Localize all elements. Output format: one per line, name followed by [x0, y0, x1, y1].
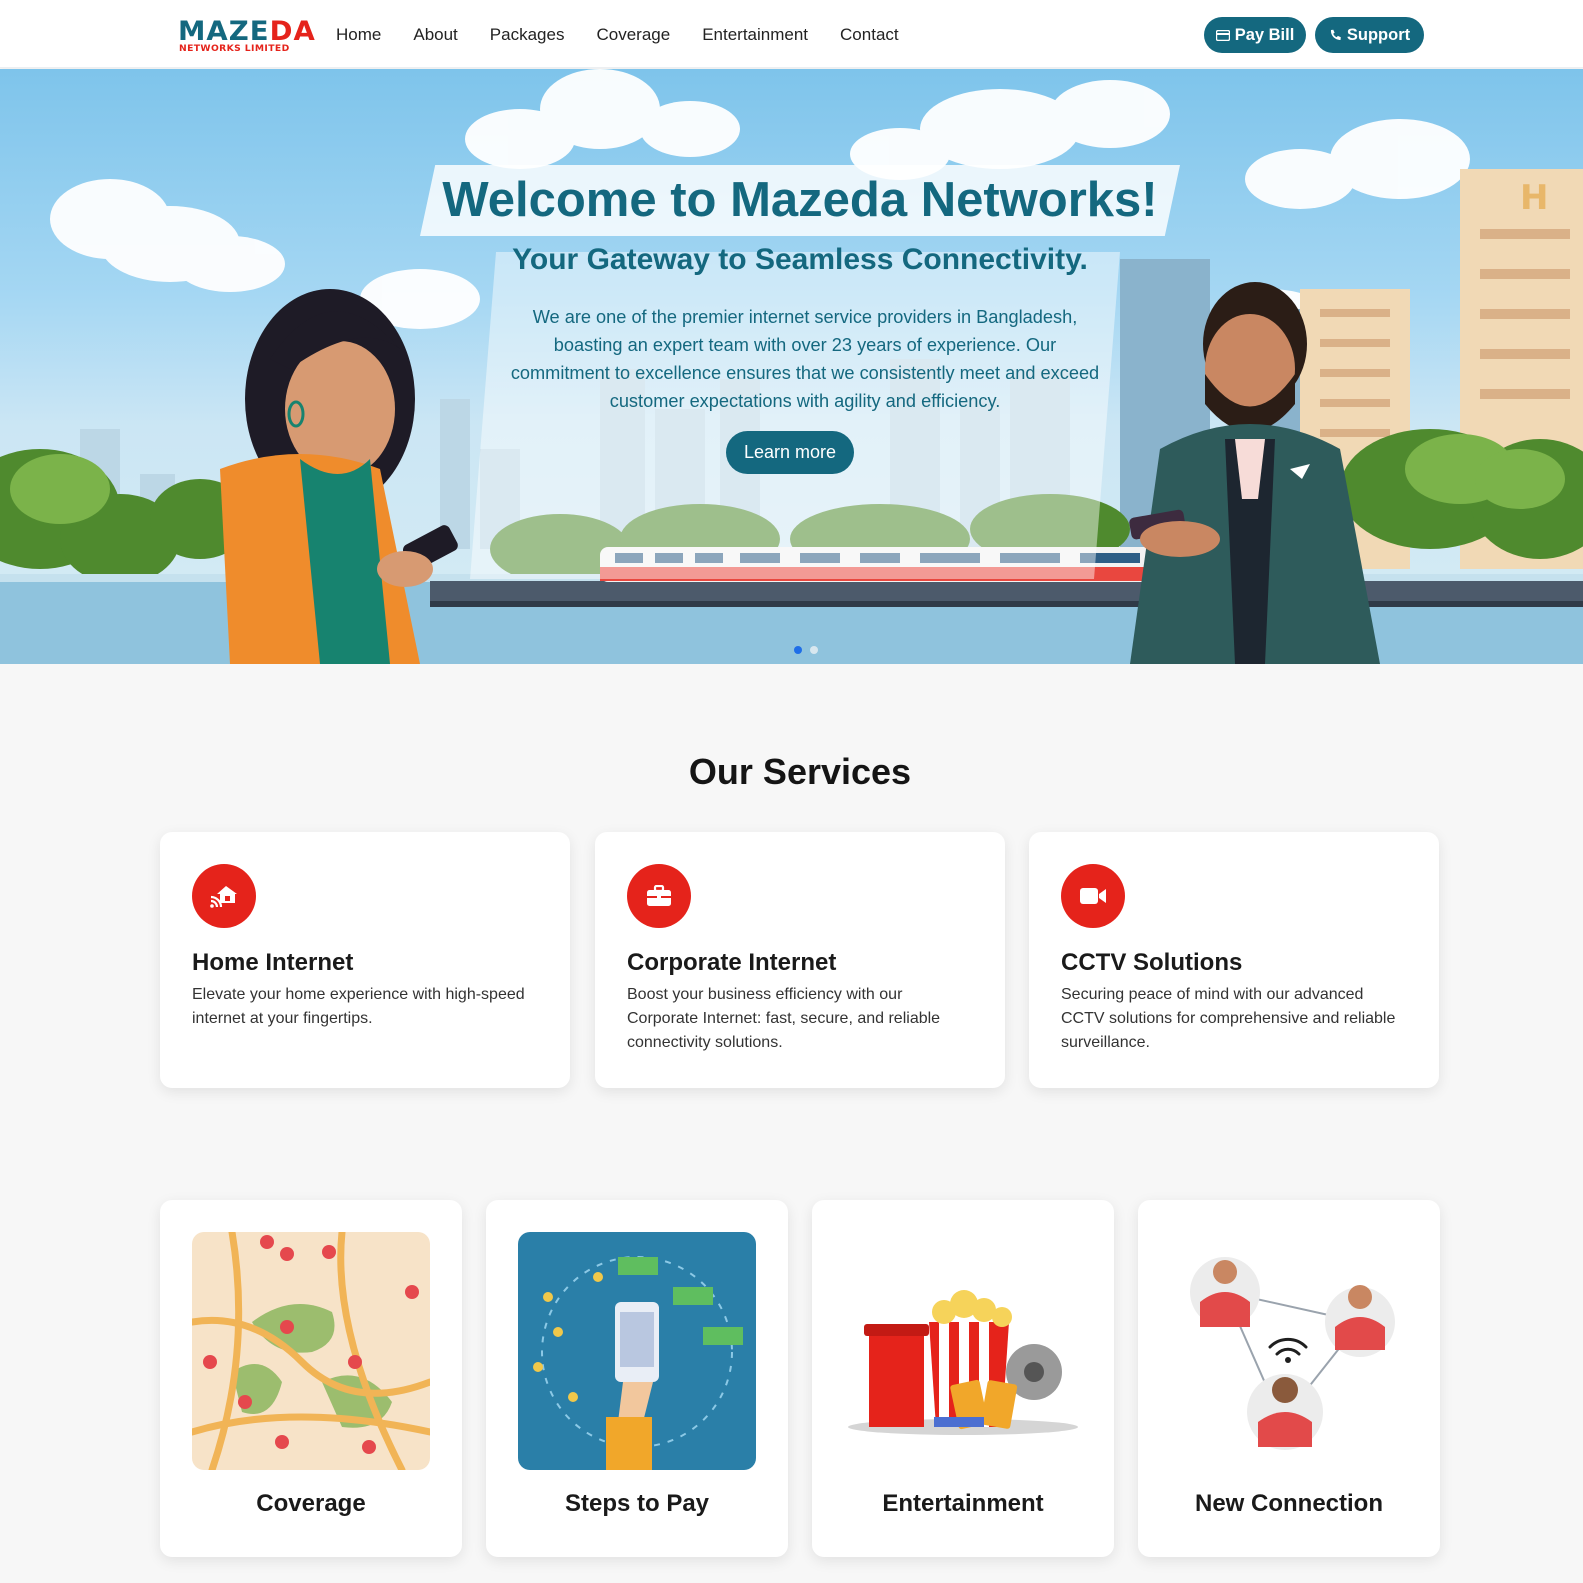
hero-subtitle: Your Gateway to Seamless Connectivity.	[512, 243, 1088, 276]
main-nav: Home About Packages Coverage Entertainme…	[336, 25, 931, 45]
nav-packages[interactable]: Packages	[490, 25, 565, 45]
nav-home[interactable]: Home	[336, 25, 381, 45]
pay-bill-label: Pay Bill	[1234, 25, 1295, 44]
service-title: CCTV Solutions	[1061, 949, 1243, 976]
logo-wordmark: MAZEDA	[178, 16, 316, 47]
carousel-dot-1[interactable]	[794, 646, 802, 654]
phone-icon	[1330, 29, 1341, 40]
tile-label: Steps to Pay	[564, 1490, 710, 1517]
service-description: Securing peace of mind with our advanced…	[1061, 986, 1396, 1051]
logo-subtitle: NETWORKS LIMITED	[179, 43, 290, 54]
top-navbar: MAZEDA NETWORKS LIMITED Home About Packa…	[0, 0, 1583, 68]
service-title: Home Internet	[192, 949, 354, 976]
support-label: Support	[1346, 25, 1411, 44]
carousel-dot-2[interactable]	[810, 646, 818, 654]
service-description: Elevate your home experience with high-s…	[192, 986, 525, 1027]
popcorn-cinema-illustration	[844, 1232, 1082, 1470]
tile-entertainment[interactable]: Entertainment	[812, 1200, 1114, 1557]
service-card-cctv[interactable]: CCTV Solutions Securing peace of mind wi…	[1029, 832, 1439, 1088]
hero-text-panel	[470, 252, 1120, 579]
tile-coverage[interactable]: Coverage	[160, 1200, 462, 1557]
mobile-payment-illustration	[518, 1232, 756, 1470]
pay-bill-button[interactable]: Pay Bill	[1204, 17, 1306, 53]
carousel-indicators	[794, 646, 818, 654]
tile-new-connection[interactable]: New Connection	[1138, 1200, 1440, 1557]
credit-card-icon	[1215, 29, 1230, 41]
support-button[interactable]: Support	[1315, 17, 1424, 53]
tile-steps-to-pay[interactable]: Steps to Pay	[486, 1200, 788, 1557]
hero-title: Welcome to Mazeda Networks!	[442, 173, 1158, 227]
tile-label: New Connection	[1194, 1490, 1383, 1517]
service-card-corporate-internet[interactable]: Corporate Internet Boost your business e…	[595, 832, 1005, 1088]
mazeda-logo[interactable]: MAZEDA NETWORKS LIMITED	[178, 18, 315, 55]
tile-label: Coverage	[256, 1490, 366, 1517]
service-description: Boost your business efficiency with our …	[627, 986, 941, 1051]
nav-contact[interactable]: Contact	[840, 25, 899, 45]
nav-coverage[interactable]: Coverage	[596, 25, 670, 45]
svg-text:H: H	[1520, 178, 1548, 218]
service-card-home-internet[interactable]: Home Internet Elevate your home experien…	[160, 832, 570, 1088]
hero-banner: H Welcome to Mazeda Networks! Your Gatew…	[0, 69, 1583, 664]
hero-description: We are one of the premier internet servi…	[510, 307, 1100, 411]
briefcase-icon	[627, 864, 691, 928]
map-pins-illustration	[192, 1232, 430, 1470]
learn-more-button[interactable]: Learn more	[726, 431, 854, 474]
services-heading: Our Services	[688, 751, 912, 792]
service-title: Corporate Internet	[627, 949, 837, 976]
people-network-illustration	[1170, 1232, 1408, 1470]
tile-label: Entertainment	[882, 1490, 1044, 1517]
nav-about[interactable]: About	[413, 25, 457, 45]
nav-entertainment[interactable]: Entertainment	[702, 25, 808, 45]
video-camera-icon	[1061, 864, 1125, 928]
home-wifi-icon	[192, 864, 256, 928]
